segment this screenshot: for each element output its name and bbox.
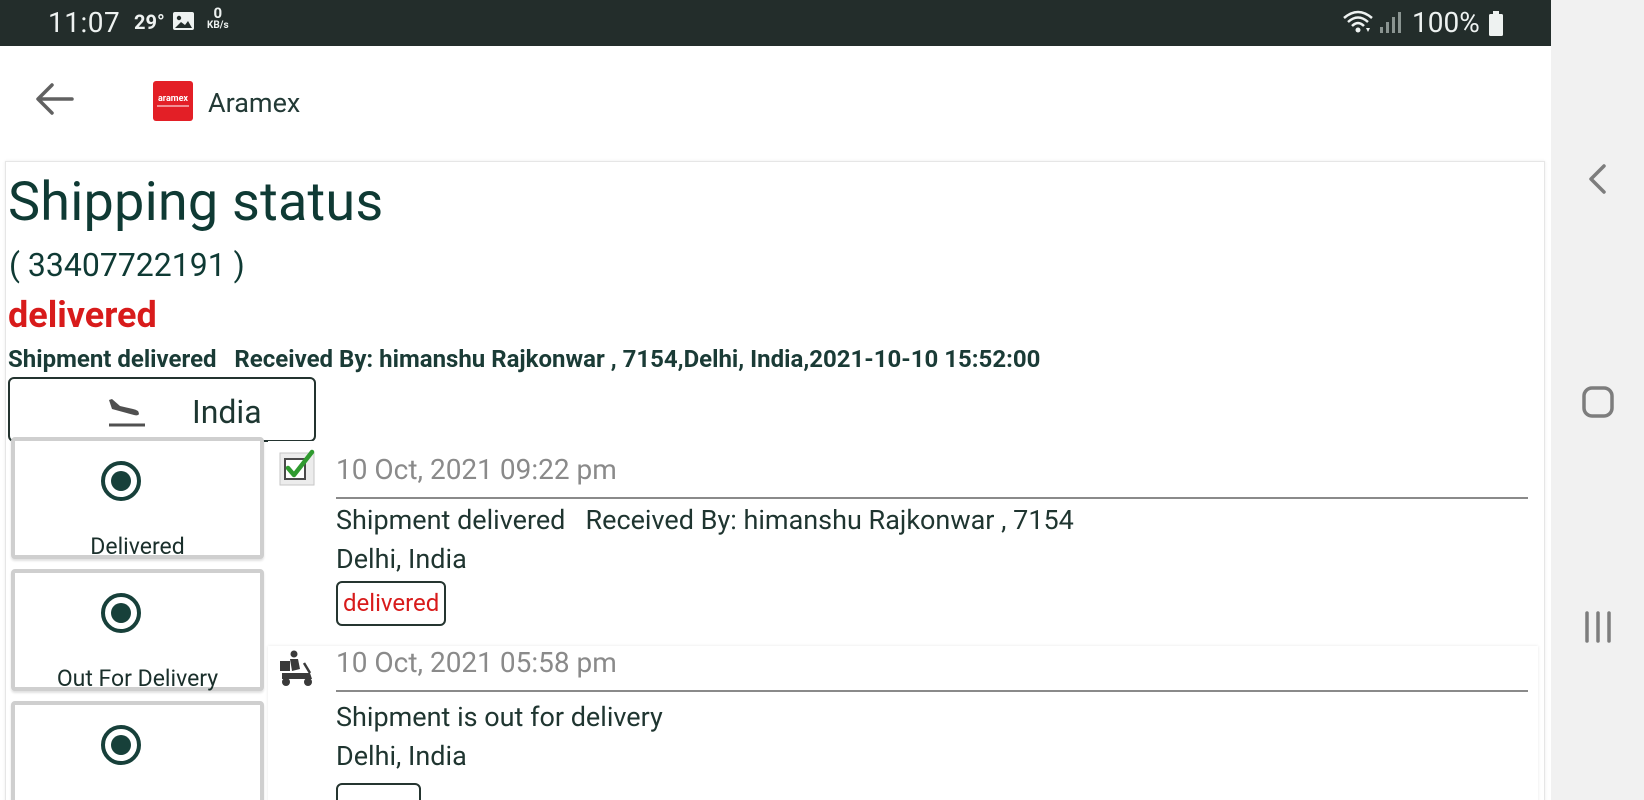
nav-back-icon[interactable] xyxy=(1571,152,1625,206)
tracking-number: ( 33407722191 ) xyxy=(9,246,245,284)
event-status-badge xyxy=(336,783,421,800)
step-label: Delivered xyxy=(90,533,185,560)
radio-checked-icon xyxy=(101,725,141,765)
battery-percent: 100% xyxy=(1412,6,1480,39)
shipping-status-card: Shipping status ( 33407722191 ) delivere… xyxy=(5,161,1545,800)
app-toolbar: aramex Aramex xyxy=(0,46,1551,156)
radio-checked-icon xyxy=(101,461,141,501)
event-divider xyxy=(336,497,1528,499)
checkbox-checked-icon xyxy=(279,449,315,486)
nav-recents-icon[interactable] xyxy=(1571,600,1625,654)
event-location: Delhi, India xyxy=(336,740,467,772)
status-temperature: 29° xyxy=(134,10,165,34)
delivery-scooter-icon xyxy=(280,650,312,686)
event-location: Delhi, India xyxy=(336,543,467,575)
system-nav-bar xyxy=(1551,0,1644,800)
image-icon xyxy=(173,12,194,30)
status-bar: 11:07 29° 0 KB/s 100% xyxy=(0,0,1551,46)
event-description: Shipment delivered Received By: himanshu… xyxy=(336,504,1074,536)
event-divider xyxy=(336,690,1528,692)
flight-land-icon xyxy=(109,399,145,427)
back-arrow-icon[interactable] xyxy=(30,74,80,124)
aramex-logo: aramex xyxy=(153,81,193,121)
nav-home-icon[interactable] xyxy=(1571,375,1625,429)
net-speed-unit: KB/s xyxy=(207,20,229,31)
event-description: Shipment is out for delivery xyxy=(336,701,663,733)
event-status-badge: delivered xyxy=(336,581,447,626)
shipment-description: Shipment delivered Received By: himanshu… xyxy=(8,345,1041,373)
event-time: 10 Oct, 2021 05:58 pm xyxy=(336,646,617,679)
timeline-event: 10 Oct, 2021 09:22 pm Shipment delivered… xyxy=(268,441,1538,632)
step-label: Out For Delivery xyxy=(56,665,219,692)
radio-checked-icon xyxy=(101,593,141,633)
step-delivered[interactable]: Delivered xyxy=(11,437,264,560)
timeline-event: 10 Oct, 2021 05:58 pm Shipment is out fo… xyxy=(268,646,1538,800)
net-speed: 0 KB/s xyxy=(207,6,229,32)
event-time: 10 Oct, 2021 09:22 pm xyxy=(336,453,617,486)
signal-icon xyxy=(1380,12,1401,33)
step-previous[interactable] xyxy=(11,701,264,800)
destination-label: India xyxy=(192,393,262,431)
step-out-for-delivery[interactable]: Out For Delivery xyxy=(11,569,264,692)
wifi-icon xyxy=(1343,10,1373,33)
status-time: 11:07 xyxy=(48,6,121,39)
battery-icon xyxy=(1489,11,1503,36)
page-title: Shipping status xyxy=(8,171,384,234)
destination-button[interactable]: India xyxy=(8,377,316,442)
shipment-status: delivered xyxy=(8,294,157,336)
logo-text: aramex xyxy=(157,94,189,104)
app-title: Aramex xyxy=(208,87,301,119)
